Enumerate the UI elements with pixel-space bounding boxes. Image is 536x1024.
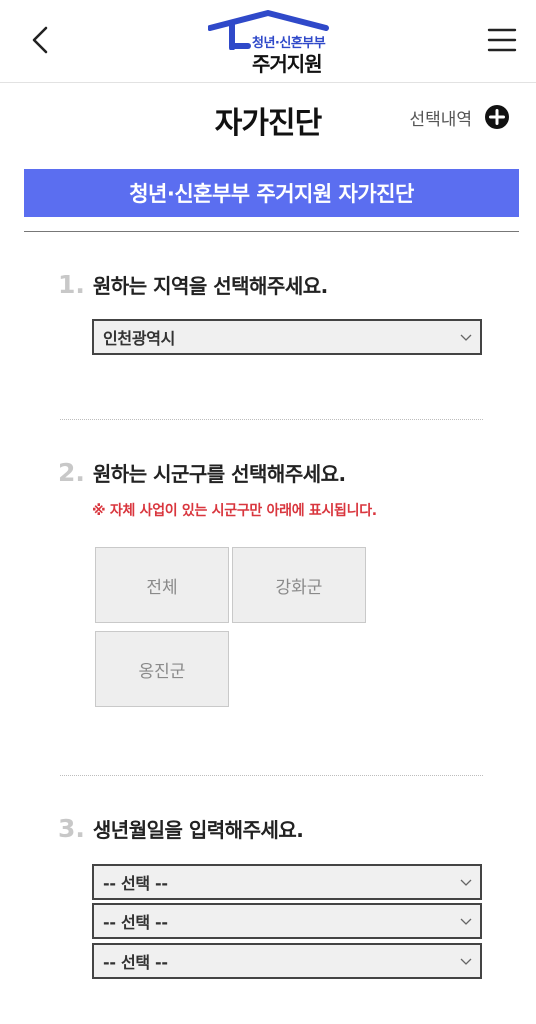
region-select[interactable]: 인천광역시 xyxy=(92,319,482,355)
divider xyxy=(24,231,519,232)
district-option-ganghwa[interactable]: 강화군 xyxy=(232,547,366,623)
section-separator xyxy=(60,775,483,776)
district-option-ongjin[interactable]: 옹진군 xyxy=(95,631,229,707)
page: 청년·신혼부부 주거지원 자가진단 선택내역 청년·신혼부부 주거지원 자가진단… xyxy=(0,0,536,1024)
district-notice: ※ 자체 사업이 있는 시군구만 아래에 표시됩니다. xyxy=(92,503,377,519)
top-bar: 청년·신혼부부 주거지원 xyxy=(0,0,536,83)
logo-title: 주거지원 xyxy=(252,52,323,76)
birth-month-value: -- 선택 -- xyxy=(103,913,168,932)
selection-history-label: 선택내역 xyxy=(409,109,472,130)
hamburger-menu-icon xyxy=(487,28,517,52)
chevron-down-icon xyxy=(460,879,472,886)
selection-history-button[interactable]: 선택내역 xyxy=(409,104,510,130)
section-separator xyxy=(60,419,483,420)
question-2-text: 원하는 시군구를 선택해주세요. xyxy=(92,462,346,486)
back-button[interactable] xyxy=(22,22,58,58)
chevron-down-icon xyxy=(460,918,472,925)
section-banner: 청년·신혼부부 주거지원 자가진단 xyxy=(24,169,519,217)
region-select-value: 인천광역시 xyxy=(103,329,176,348)
question-3-title: 3. 생년월일을 입력해주세요. xyxy=(58,814,304,843)
chevron-down-icon xyxy=(460,334,472,341)
question-3-number: 3. xyxy=(58,814,85,843)
birth-month-select[interactable]: -- 선택 -- xyxy=(92,903,482,939)
birth-year-value: -- 선택 -- xyxy=(103,874,168,893)
chevron-down-icon xyxy=(460,958,472,965)
chevron-left-icon xyxy=(32,26,48,54)
menu-button[interactable] xyxy=(484,22,520,58)
birth-year-select[interactable]: -- 선택 -- xyxy=(92,864,482,900)
district-option-all[interactable]: 전체 xyxy=(95,547,229,623)
birth-day-value: -- 선택 -- xyxy=(103,953,168,972)
birth-day-select[interactable]: -- 선택 -- xyxy=(92,943,482,979)
question-3-text: 생년월일을 입력해주세요. xyxy=(92,818,304,842)
logo[interactable]: 청년·신혼부부 주거지원 xyxy=(208,10,338,76)
question-2-title: 2. 원하는 시군구를 선택해주세요. xyxy=(58,458,346,487)
question-1-text: 원하는 지역을 선택해주세요. xyxy=(92,274,328,298)
question-1-number: 1. xyxy=(58,270,85,299)
question-1-title: 1. 원하는 지역을 선택해주세요. xyxy=(58,270,328,299)
plus-circle-icon xyxy=(485,105,509,129)
question-2-number: 2. xyxy=(58,458,85,487)
